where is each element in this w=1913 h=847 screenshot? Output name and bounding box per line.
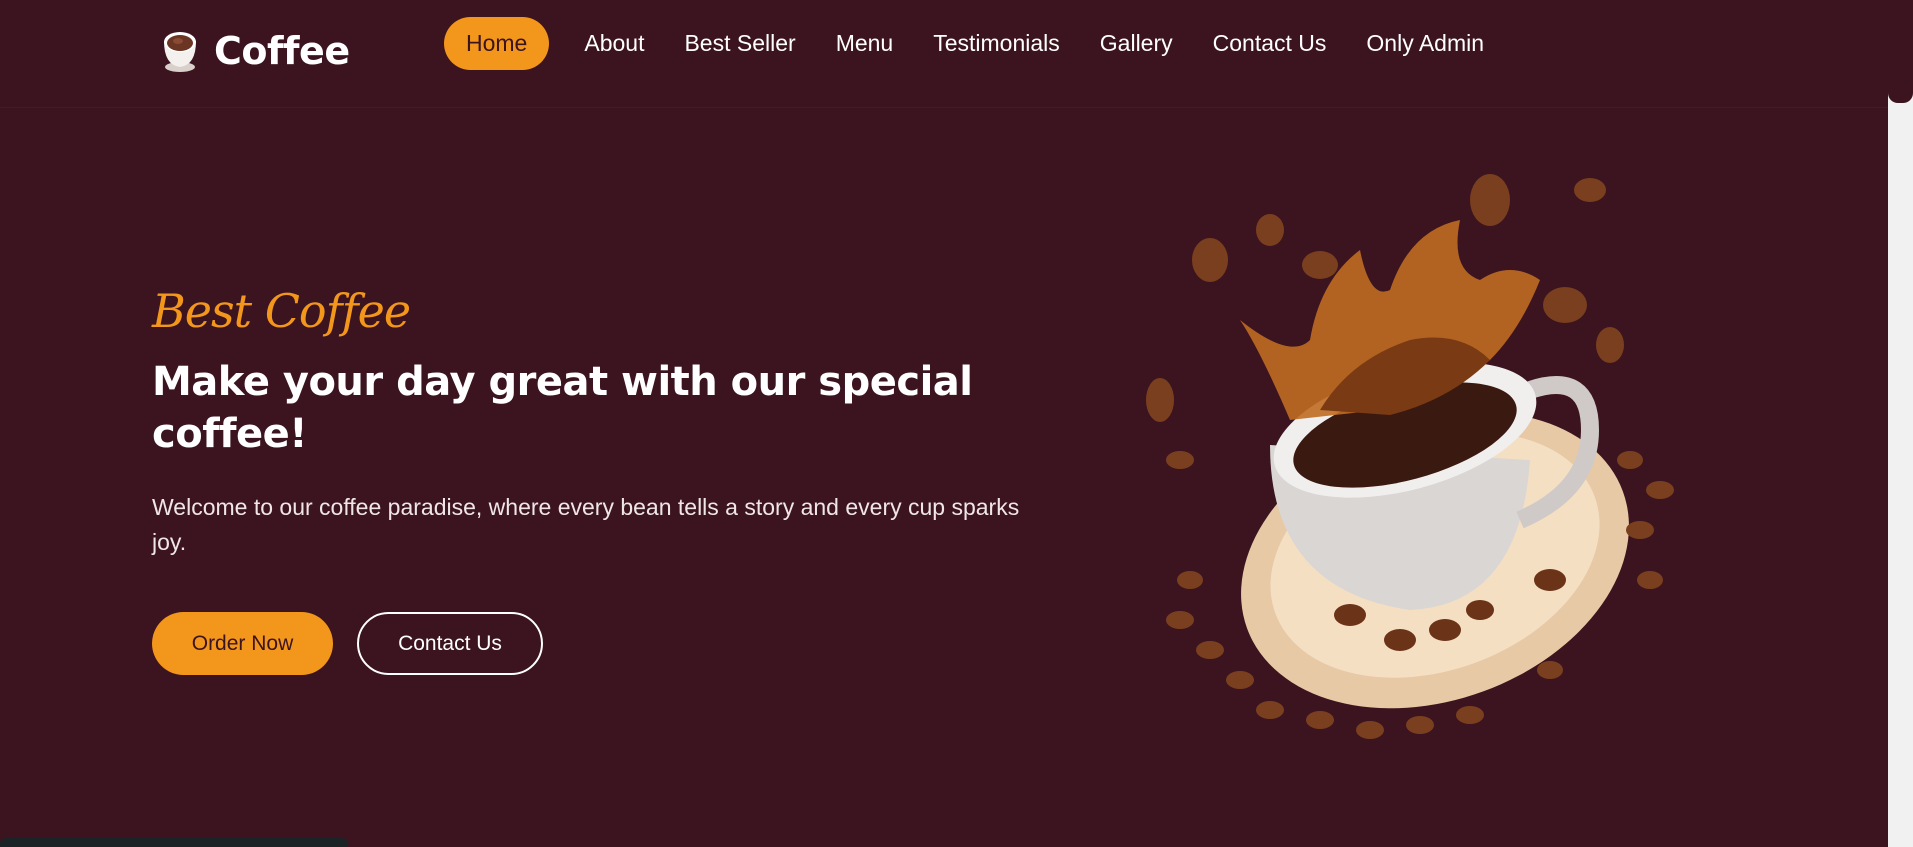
nav-about[interactable]: About (579, 17, 649, 70)
nav-home[interactable]: Home (444, 17, 550, 70)
coffee-splash-image (1146, 174, 1674, 739)
site-header: Coffee Home About Best Seller Menu Testi… (0, 0, 1888, 108)
scrollbar-thumb[interactable] (1888, 0, 1913, 103)
nav-gallery[interactable]: Gallery (1095, 17, 1178, 70)
nav-only-admin[interactable]: Only Admin (1361, 17, 1489, 70)
coffee-cup-icon (164, 32, 196, 72)
bottom-status-bar (0, 838, 348, 847)
hero-description: Welcome to our coffee paradise, where ev… (152, 494, 1020, 555)
brand-logo[interactable]: Coffee (160, 26, 350, 76)
vertical-scrollbar[interactable] (1888, 0, 1913, 847)
hero-subtitle: Best Coffee (152, 284, 411, 338)
brand-name: Coffee (214, 29, 350, 73)
nav-testimonials[interactable]: Testimonials (928, 17, 1065, 70)
order-now-button[interactable]: Order Now (152, 612, 333, 675)
main-nav: Home About Best Seller Menu Testimonials… (444, 15, 1489, 72)
hero-title: Make your day great with our special cof… (152, 359, 973, 457)
contact-us-button[interactable]: Contact Us (357, 612, 543, 675)
nav-best-seller[interactable]: Best Seller (679, 17, 800, 70)
nav-contact-us[interactable]: Contact Us (1208, 17, 1332, 70)
nav-menu[interactable]: Menu (831, 17, 899, 70)
